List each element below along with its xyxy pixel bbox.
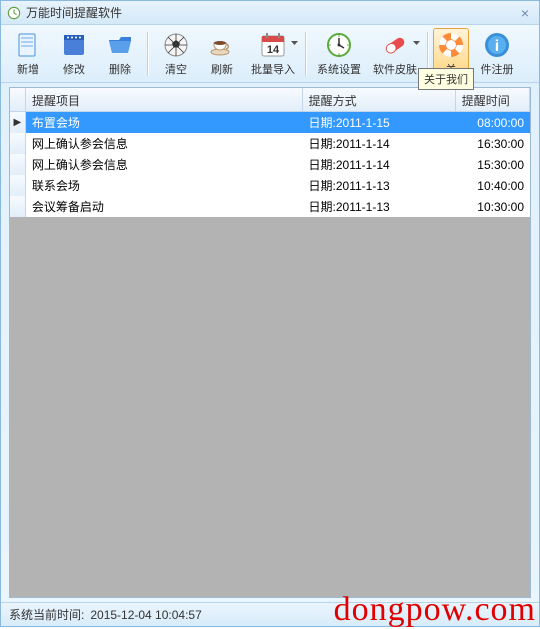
cell-method: 日期:2011-1-14	[303, 154, 456, 175]
separator	[147, 32, 149, 76]
tooltip: 关于我们	[418, 68, 474, 90]
register-button[interactable]: i 件注册	[469, 28, 525, 80]
new-button[interactable]: 新增	[5, 28, 51, 80]
table-row[interactable]: 联系会场日期:2011-1-1310:40:00	[10, 175, 530, 196]
grid[interactable]: 提醒项目 提醒方式 提醒时间 ▶布置会场日期:2011-1-1508:00:00…	[9, 87, 531, 598]
cell-method: 日期:2011-1-15	[303, 112, 456, 133]
row-marker[interactable]	[10, 175, 26, 196]
status-time: 2015-12-04 10:04:57	[90, 608, 201, 622]
delete-button[interactable]: 删除	[97, 28, 143, 80]
col-time[interactable]: 提醒时间	[456, 88, 530, 111]
statusbar: 系统当前时间: 2015-12-04 10:04:57	[1, 602, 539, 626]
cell-method: 日期:2011-1-13	[303, 196, 456, 217]
folder-open-icon	[106, 31, 134, 59]
table-row[interactable]: ▶布置会场日期:2011-1-1508:00:00	[10, 112, 530, 133]
cell-item: 会议筹备启动	[26, 196, 303, 217]
svg-text:i: i	[495, 38, 499, 55]
row-marker[interactable]	[10, 196, 26, 217]
cell-method: 日期:2011-1-14	[303, 133, 456, 154]
status-label: 系统当前时间:	[9, 606, 84, 623]
cell-time: 10:30:00	[456, 198, 530, 216]
row-selector-header[interactable]	[10, 88, 26, 111]
row-marker[interactable]: ▶	[10, 112, 26, 133]
cell-item: 联系会场	[26, 175, 303, 196]
batch-import-button[interactable]: 14 批量导入	[245, 28, 301, 80]
grid-header: 提醒项目 提醒方式 提醒时间	[10, 88, 530, 112]
col-method[interactable]: 提醒方式	[303, 88, 456, 111]
edit-icon	[60, 31, 88, 59]
edit-button[interactable]: 修改	[51, 28, 97, 80]
svg-text:14: 14	[267, 44, 280, 56]
cell-method: 日期:2011-1-13	[303, 175, 456, 196]
coffee-icon	[208, 31, 236, 59]
pill-icon	[381, 31, 409, 59]
window-title: 万能时间提醒软件	[26, 4, 517, 21]
table-row[interactable]: 网上确认参会信息日期:2011-1-1416:30:00	[10, 133, 530, 154]
calendar-icon: 14	[259, 31, 287, 59]
clock-icon	[325, 31, 353, 59]
clear-button[interactable]: 清空	[153, 28, 199, 80]
col-item[interactable]: 提醒项目	[26, 88, 303, 111]
refresh-button[interactable]: 刷新	[199, 28, 245, 80]
cell-item: 网上确认参会信息	[26, 133, 303, 154]
cell-item: 布置会场	[26, 112, 303, 133]
cell-item: 网上确认参会信息	[26, 154, 303, 175]
ball-icon	[162, 31, 190, 59]
cell-time: 16:30:00	[456, 135, 530, 153]
grid-body: ▶布置会场日期:2011-1-1508:00:00网上确认参会信息日期:2011…	[10, 112, 530, 217]
table-row[interactable]: 网上确认参会信息日期:2011-1-1415:30:00	[10, 154, 530, 175]
separator	[305, 32, 307, 76]
row-marker[interactable]	[10, 154, 26, 175]
settings-button[interactable]: 系统设置	[311, 28, 367, 80]
close-button[interactable]: ×	[517, 5, 533, 21]
cell-time: 10:40:00	[456, 177, 530, 195]
lifebuoy-icon	[437, 31, 465, 59]
new-icon	[14, 31, 42, 59]
row-marker[interactable]	[10, 133, 26, 154]
cell-time: 08:00:00	[456, 114, 530, 132]
table-row[interactable]: 会议筹备启动日期:2011-1-1310:30:00	[10, 196, 530, 217]
skin-button[interactable]: 软件皮肤	[367, 28, 423, 80]
info-icon: i	[483, 31, 511, 59]
titlebar: 万能时间提醒软件 ×	[1, 1, 539, 25]
cell-time: 15:30:00	[456, 156, 530, 174]
app-icon	[7, 6, 21, 20]
app-window: 万能时间提醒软件 × 新增 修改 删除 清空 刷新 14 批量导入	[0, 0, 540, 627]
